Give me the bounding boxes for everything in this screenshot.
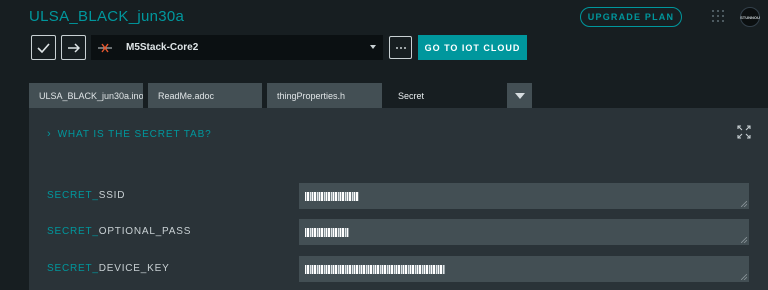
resize-grip-icon[interactable]	[741, 201, 747, 207]
checkmark-icon	[37, 42, 50, 53]
secret-device-key-input[interactable]	[299, 256, 749, 282]
secret-prefix: SECRET_	[47, 263, 99, 274]
secret-name: OPTIONAL_PASS	[98, 226, 192, 237]
secret-name: SSID	[98, 190, 126, 201]
more-options-button[interactable]	[389, 36, 412, 59]
tab-menu-button[interactable]	[507, 83, 532, 108]
secret-label-optional-pass: SECRET_OPTIONAL_PASS	[47, 226, 191, 237]
sketch-title[interactable]: ULSA_BLACK_jun30a	[29, 8, 184, 25]
go-to-iot-cloud-button[interactable]: GO TO IOT CLOUD	[418, 35, 527, 60]
upload-button[interactable]	[61, 35, 86, 60]
secret-prefix: SECRET_	[47, 190, 99, 201]
board-selector[interactable]: M5Stack-Core2	[91, 35, 383, 60]
arrow-right-icon	[68, 42, 80, 53]
secret-name: DEVICE_KEY	[98, 263, 170, 274]
avatar-text: STUNNOU	[740, 14, 760, 20]
usb-disconnected-icon	[98, 43, 112, 53]
upgrade-plan-button[interactable]: UPGRADE PLAN	[580, 7, 682, 27]
secret-label-ssid: SECRET_SSID	[47, 190, 125, 201]
masked-value	[305, 264, 445, 274]
tab-readme[interactable]: ReadMe.adoc	[148, 83, 262, 108]
secret-row-device-key: SECRET_DEVICE_KEY	[29, 256, 768, 282]
secret-label-device-key: SECRET_DEVICE_KEY	[47, 263, 170, 274]
avatar[interactable]: STUNNOU	[740, 7, 760, 27]
resize-grip-icon[interactable]	[741, 274, 747, 280]
resize-grip-icon[interactable]	[741, 237, 747, 243]
board-name: M5Stack-Core2	[126, 42, 199, 53]
tab-thing-properties[interactable]: thingProperties.h	[267, 83, 382, 108]
masked-value	[305, 227, 349, 237]
secret-optional-pass-input[interactable]	[299, 219, 749, 245]
chevron-right-icon: ›	[47, 128, 52, 140]
secret-help-label: WHAT IS THE SECRET TAB?	[57, 128, 212, 140]
secret-help-toggle[interactable]: › WHAT IS THE SECRET TAB?	[47, 128, 212, 140]
verify-button[interactable]	[31, 35, 56, 60]
tab-secret[interactable]: Secret	[388, 83, 502, 108]
arduino-web-editor: ULSA_BLACK_jun30a UPGRADE PLAN STUNNOU M…	[0, 0, 768, 290]
secret-ssid-input[interactable]	[299, 183, 749, 209]
chevron-down-icon	[514, 92, 525, 99]
secret-prefix: SECRET_	[47, 226, 99, 237]
tab-sketch-ino[interactable]: ULSA_BLACK_jun30a.ino	[29, 83, 143, 108]
chevron-down-icon	[370, 45, 376, 49]
expand-icon[interactable]	[737, 125, 751, 139]
ellipsis-icon	[395, 46, 398, 49]
secret-panel: › WHAT IS THE SECRET TAB? SECRET_SSID SE…	[29, 108, 768, 290]
masked-value	[305, 191, 359, 201]
apps-grid-icon[interactable]	[712, 10, 724, 22]
secret-row-ssid: SECRET_SSID	[29, 183, 768, 209]
secret-row-optional-pass: SECRET_OPTIONAL_PASS	[29, 219, 768, 245]
